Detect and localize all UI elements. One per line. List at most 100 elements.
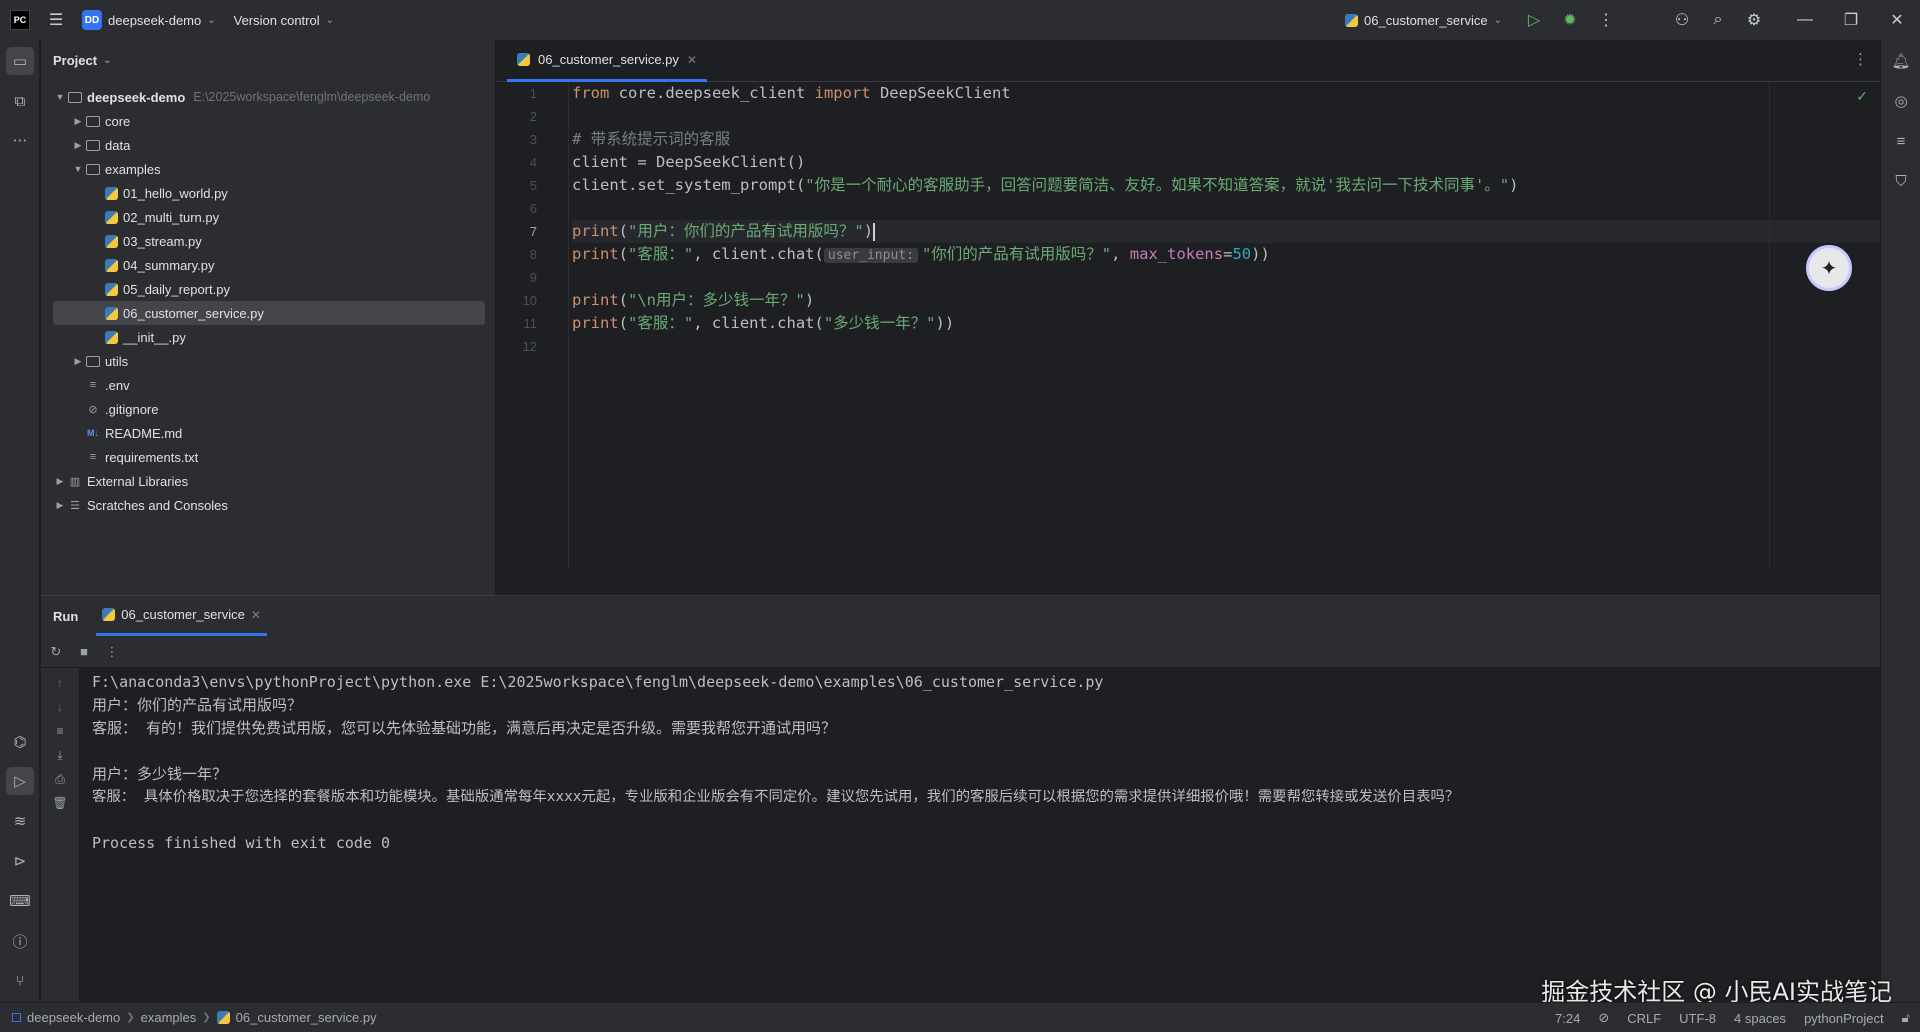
problems-icon[interactable]: ⓘ	[6, 927, 34, 955]
tree-item-external-libraries[interactable]: ▶ ▥ External Libraries	[53, 469, 485, 493]
caret-position[interactable]: 7:24	[1555, 1011, 1580, 1026]
scroll-down-icon[interactable]: ↓	[51, 700, 69, 714]
tree-item-utils[interactable]: ▶ utils	[53, 349, 485, 373]
breadcrumb-item[interactable]: 06_customer_service.py	[236, 1010, 377, 1025]
search-icon[interactable]: ⌕	[1700, 0, 1736, 40]
console-line: 用户：你们的产品有试用版吗？	[92, 696, 303, 714]
file-encoding[interactable]: UTF-8	[1679, 1011, 1716, 1026]
soft-wrap-icon[interactable]: ≡	[51, 724, 69, 738]
text-caret	[873, 222, 876, 241]
pycharm-logo[interactable]: PC	[10, 10, 30, 30]
close-tab-icon[interactable]: ✕	[251, 608, 261, 622]
console-output[interactable]: F:\anaconda3\envs\pythonProject\python.e…	[79, 668, 1880, 1003]
close-tab-icon[interactable]: ✕	[687, 53, 697, 67]
print-icon[interactable]: ⎙	[51, 772, 69, 787]
tree-item-core[interactable]: ▶ core	[53, 109, 485, 133]
string-token: "客服："	[628, 314, 694, 332]
code-editor[interactable]: 1 2 3 4 5 6 7 8 9 10 11 12 from core.dee…	[497, 82, 1880, 570]
main-menu-icon[interactable]: ☰	[38, 0, 74, 40]
tree-item-file[interactable]: M↓ README.md	[53, 421, 485, 445]
ai-assistant-icon[interactable]: ◎	[1887, 87, 1915, 115]
project-panel: Project ⌄ ▼ deepseek-demo E:\2025workspa…	[41, 40, 496, 595]
editor-tab[interactable]: 06_customer_service.py ✕	[507, 40, 707, 82]
no-problems-check-icon[interactable]: ✓	[1856, 88, 1868, 105]
python-interpreter[interactable]: pythonProject	[1804, 1011, 1884, 1026]
run-config-selector[interactable]: 06_customer_service ⌄	[1345, 13, 1502, 28]
root-name: deepseek-demo	[87, 89, 186, 105]
tree-item-file[interactable]: 02_multi_turn.py	[53, 205, 485, 229]
python-file-icon	[102, 608, 116, 621]
line-number: 1	[529, 86, 537, 101]
console-line: Process finished with exit code 0	[92, 834, 391, 852]
chevron-right-icon[interactable]: ▶	[53, 500, 67, 511]
chevron-down-icon[interactable]: ▼	[53, 92, 67, 102]
more-options-icon[interactable]: ⋮	[103, 644, 121, 660]
inspection-icon[interactable]: ⊘	[1598, 1010, 1609, 1026]
tree-item-scratches[interactable]: ▶ ☰ Scratches and Consoles	[53, 493, 485, 517]
tree-item-file[interactable]: ≡ requirements.txt	[53, 445, 485, 469]
line-number: 11	[523, 316, 538, 331]
breadcrumb-item[interactable]: deepseek-demo	[27, 1010, 120, 1025]
project-panel-header[interactable]: Project ⌄	[41, 40, 495, 80]
notifications-icon[interactable]: 🔔︎	[1887, 47, 1915, 75]
tree-item-label: 05_daily_report.py	[123, 281, 230, 297]
more-tabs-icon[interactable]: ⋮	[1853, 50, 1868, 68]
more-tools-icon[interactable]: ⋯	[6, 126, 34, 154]
code-line: print("客服：", client.chat("多少钱一年？"))	[572, 312, 1880, 335]
chevron-right-icon[interactable]: ▶	[53, 476, 67, 487]
project-folder-icon[interactable]: ▭	[6, 47, 34, 75]
tree-item-file[interactable]: 03_stream.py	[53, 229, 485, 253]
database-icon[interactable]: ≡	[1887, 127, 1915, 155]
minimize-icon[interactable]: —	[1782, 0, 1828, 40]
scroll-to-end-icon[interactable]: ⤓	[51, 748, 69, 763]
tree-item-file[interactable]: __init__.py	[53, 325, 485, 349]
stop-icon[interactable]: ■	[75, 644, 93, 659]
project-selector[interactable]: DD deepseek-demo ⌄	[82, 10, 216, 30]
folder-icon	[85, 354, 101, 368]
layers-icon[interactable]: ≋	[6, 807, 34, 835]
more-actions-icon[interactable]: ⋮	[1588, 0, 1624, 40]
tree-item-file-selected[interactable]: 06_customer_service.py	[53, 301, 485, 325]
tree-item-file[interactable]: 04_summary.py	[53, 253, 485, 277]
breadcrumb-item[interactable]: examples	[141, 1010, 197, 1025]
terminal-icon[interactable]: ⌨	[6, 887, 34, 915]
chevron-right-icon[interactable]: ▶	[71, 116, 85, 127]
line-separator[interactable]: CRLF	[1627, 1011, 1661, 1026]
ai-assistant-avatar-icon[interactable]: ✦	[1806, 245, 1852, 291]
lock-icon[interactable]: 🔓︎	[1902, 1010, 1910, 1026]
run-icon[interactable]: ▷	[1516, 0, 1552, 40]
python-console-icon[interactable]: ⌬	[6, 728, 34, 756]
version-control-menu[interactable]: Version control ⌄	[234, 13, 334, 28]
add-user-icon[interactable]: ⚇	[1664, 0, 1700, 40]
chevron-down-icon: ⌄	[207, 14, 216, 26]
chevron-right-icon[interactable]: ▶	[71, 140, 85, 151]
tree-root[interactable]: ▼ deepseek-demo E:\2025workspace\fenglm\…	[53, 85, 485, 109]
tree-item-examples[interactable]: ▼ examples	[53, 157, 485, 181]
run-tool-icon[interactable]: ▷	[6, 767, 34, 795]
tree-item-file[interactable]: ⊘ .gitignore	[53, 397, 485, 421]
close-icon[interactable]: ✕	[1874, 0, 1920, 40]
tree-item-data[interactable]: ▶ data	[53, 133, 485, 157]
clear-trash-icon[interactable]: 🗑︎	[51, 796, 69, 810]
line-number: 5	[529, 178, 537, 193]
line-number-current: 7	[529, 224, 537, 239]
services-icon[interactable]: ⊳	[6, 847, 34, 875]
tree-item-file[interactable]: 01_hello_world.py	[53, 181, 485, 205]
run-panel: Run 06_customer_service ✕ ↻ ■ ⋮ ↑ ↓ ≡ ⤓ …	[41, 595, 1880, 1003]
indent-setting[interactable]: 4 spaces	[1734, 1011, 1786, 1026]
console-line: F:\anaconda3\envs\pythonProject\python.e…	[92, 673, 1104, 691]
scroll-up-icon[interactable]: ↑	[51, 676, 69, 690]
git-branch-icon[interactable]: ⑂	[6, 967, 34, 995]
security-shield-icon[interactable]: ⛉	[1887, 167, 1915, 195]
tree-item-file[interactable]: ≡ .env	[53, 373, 485, 397]
chevron-down-icon[interactable]: ▼	[71, 164, 85, 174]
structure-icon[interactable]: ⧉	[6, 87, 34, 115]
rerun-icon[interactable]: ↻	[47, 644, 65, 660]
chevron-right-icon[interactable]: ▶	[71, 356, 85, 367]
run-tab[interactable]: 06_customer_service ✕	[96, 596, 267, 636]
debug-icon[interactable]: ✹	[1552, 0, 1588, 40]
python-file-icon	[103, 306, 119, 320]
restore-icon[interactable]: ❐	[1828, 0, 1874, 40]
settings-gear-icon[interactable]: ⚙	[1736, 0, 1772, 40]
tree-item-file[interactable]: 05_daily_report.py	[53, 277, 485, 301]
